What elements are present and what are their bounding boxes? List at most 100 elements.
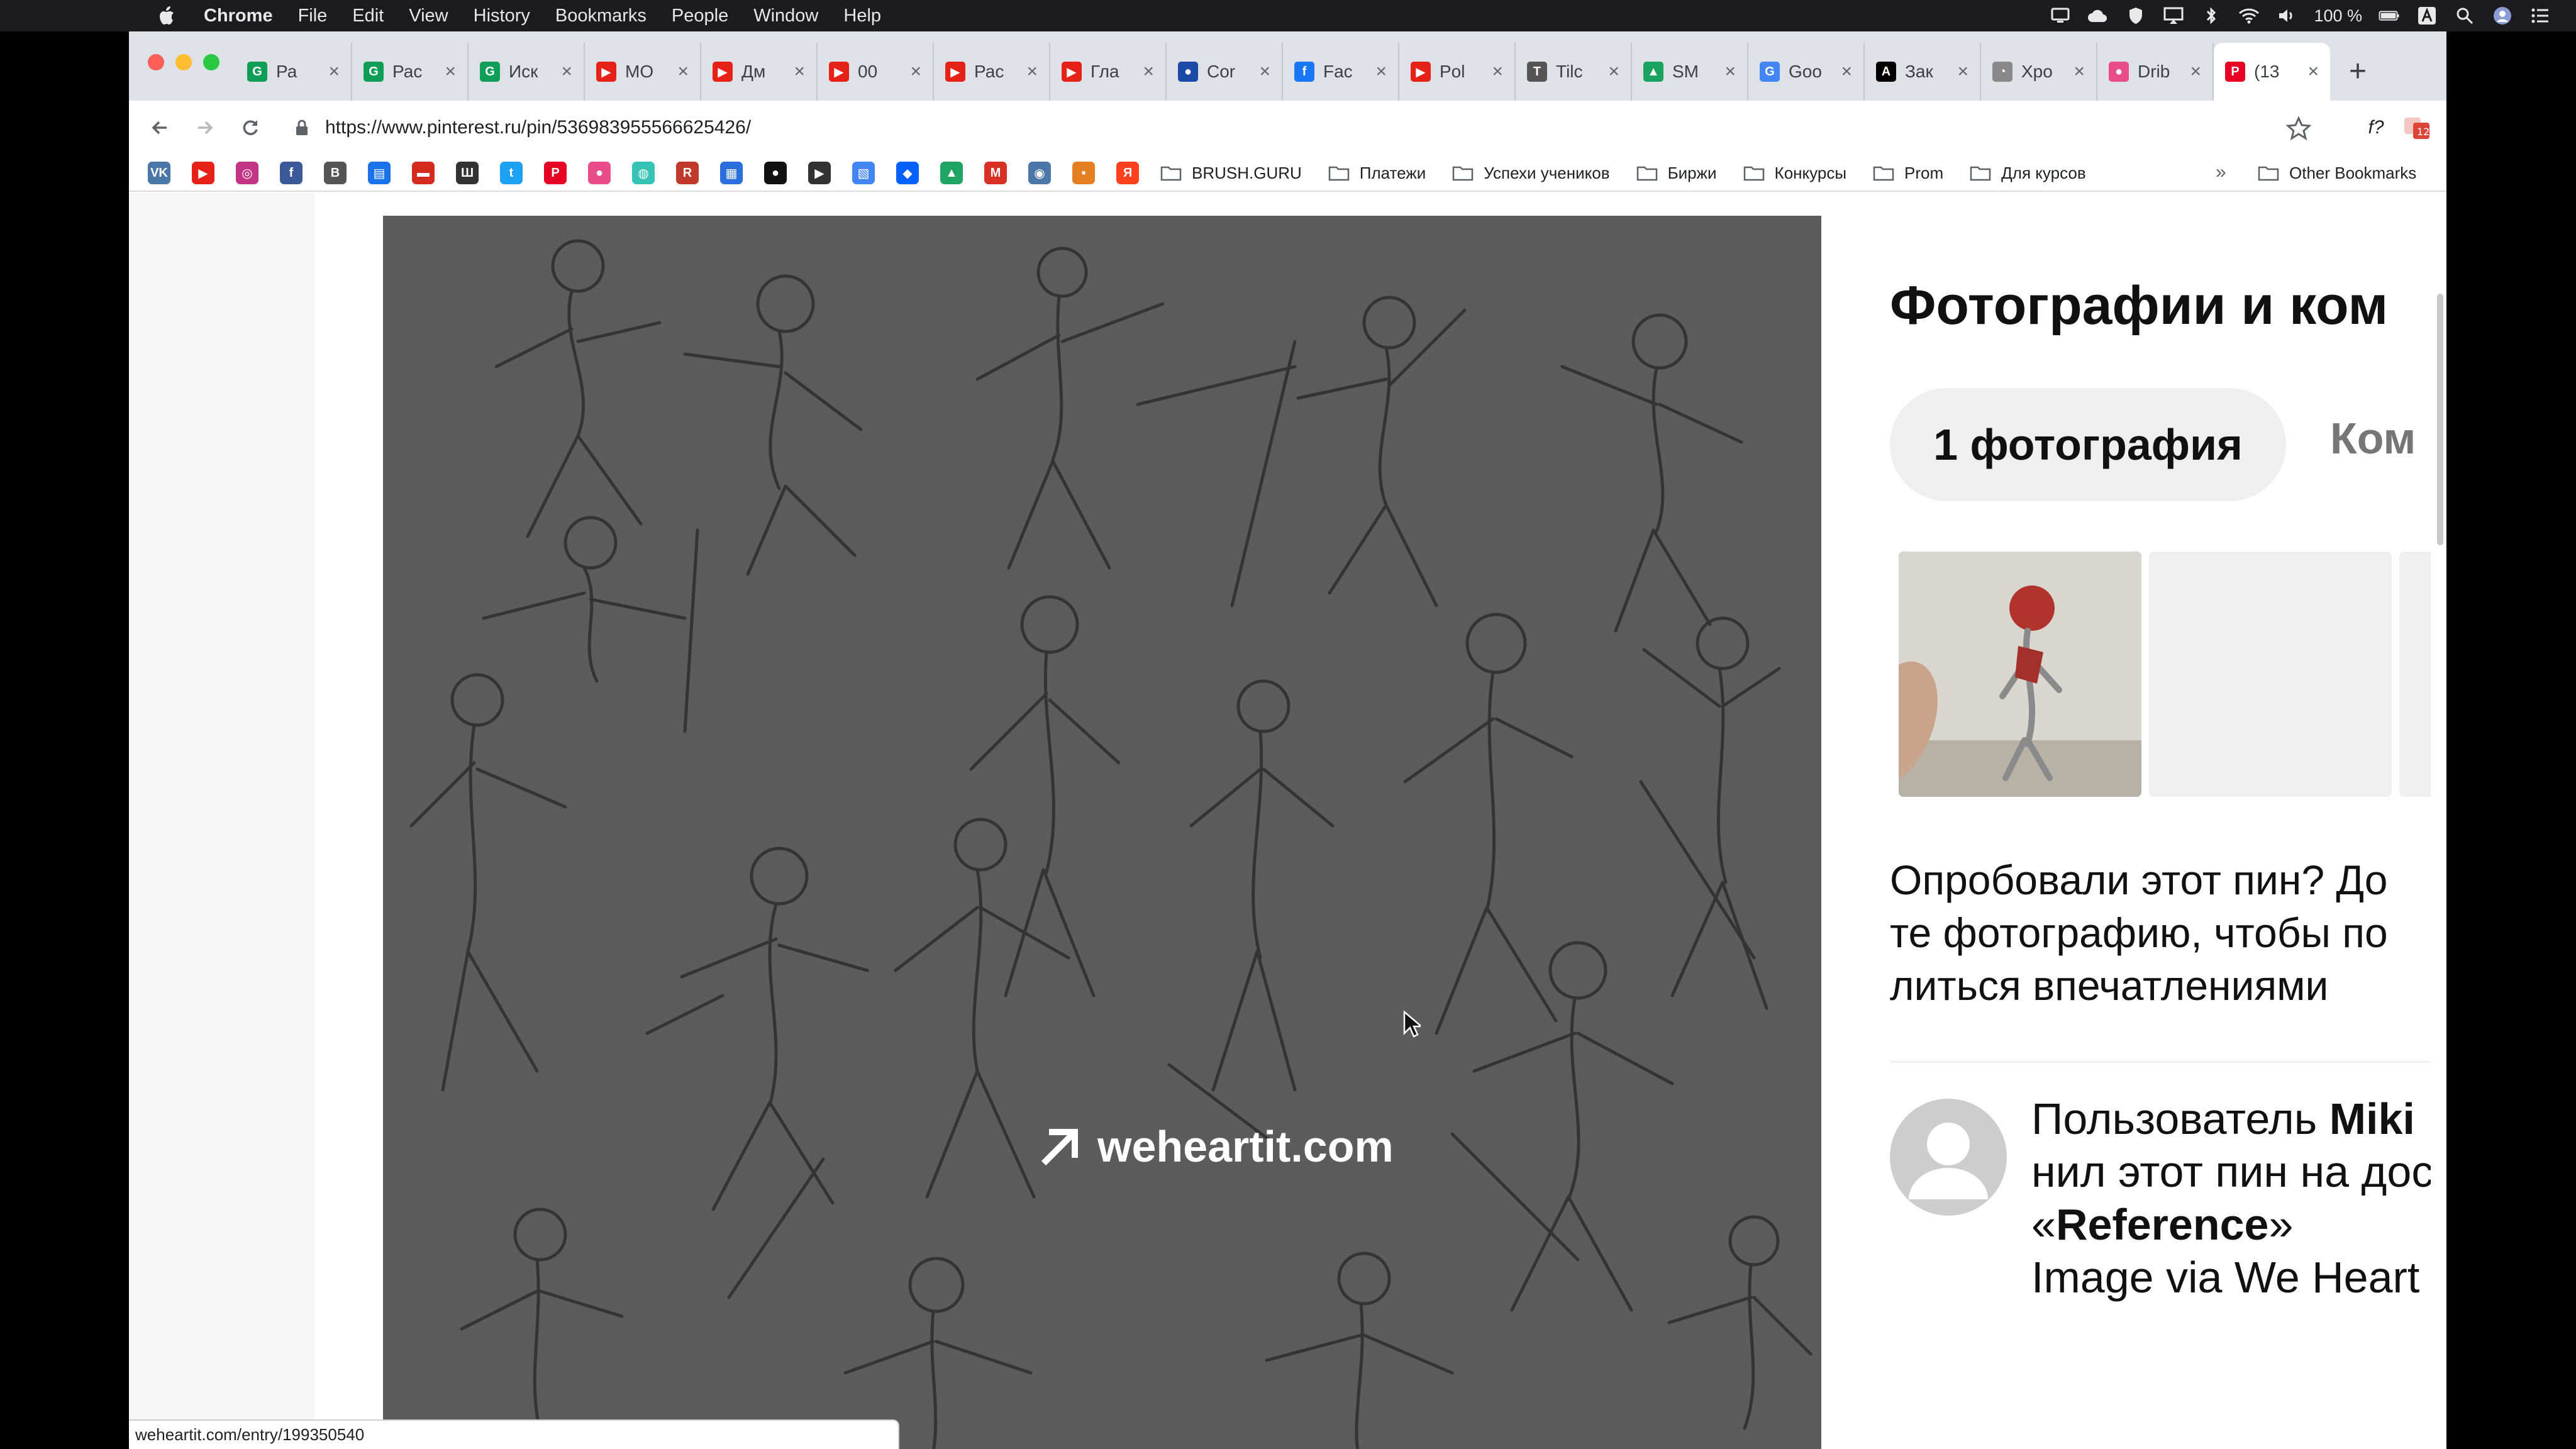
translate-extension-icon[interactable]: 12	[2402, 113, 2431, 142]
menu-view[interactable]: View	[409, 6, 448, 26]
bookmark-favicon-icon[interactable]: VK	[148, 162, 170, 184]
tab-close-icon[interactable]: ×	[1375, 61, 1387, 82]
bookmark-favicon-icon[interactable]: ◉	[1028, 162, 1051, 184]
menu-file[interactable]: File	[298, 6, 328, 26]
browser-tab[interactable]: ▶ МО ×	[585, 43, 701, 101]
browser-tab[interactable]: A Зак ×	[1865, 43, 1981, 101]
saved-by-username[interactable]: Miki	[2329, 1094, 2415, 1143]
tab-photos[interactable]: 1 фотография	[1890, 388, 2286, 501]
page-scrollbar[interactable]	[2437, 294, 2443, 545]
tab-close-icon[interactable]: ×	[1026, 61, 1038, 82]
tab-close-icon[interactable]: ×	[2307, 61, 2319, 82]
battery-icon[interactable]	[2379, 6, 2400, 25]
bookmark-favicon-icon[interactable]: ◆	[896, 162, 919, 184]
tab-close-icon[interactable]: ×	[445, 61, 456, 82]
other-bookmarks-folder[interactable]: Other Bookmarks	[2258, 154, 2416, 192]
close-window-button[interactable]	[148, 54, 164, 70]
tab-close-icon[interactable]: ×	[1608, 61, 1619, 82]
bookmark-favicon-icon[interactable]: ●	[764, 162, 787, 184]
menu-bookmarks[interactable]: Bookmarks	[555, 6, 647, 26]
bookmark-favicon-icon[interactable]: B	[324, 162, 347, 184]
browser-tab[interactable]: G Goo ×	[1748, 43, 1865, 101]
bookmark-favicon-icon[interactable]: M	[984, 162, 1007, 184]
bookmark-favicon-icon[interactable]: ▬	[412, 162, 435, 184]
bookmark-folder[interactable]: Prom	[1873, 164, 1943, 183]
browser-tab[interactable]: f Fac ×	[1283, 43, 1399, 101]
browser-tab[interactable]: ▶ Рас ×	[934, 43, 1050, 101]
address-bar[interactable]: https://www.pinterest.ru/pin/53698395556…	[280, 108, 2311, 147]
browser-tab[interactable]: G Иск ×	[469, 43, 585, 101]
volume-icon[interactable]	[2276, 6, 2297, 25]
screen-icon[interactable]	[2050, 6, 2071, 25]
browser-tab[interactable]: ▶ Pol ×	[1399, 43, 1516, 101]
bookmark-favicon-icon[interactable]: ▲	[940, 162, 963, 184]
bluetooth-icon[interactable]	[2201, 6, 2222, 25]
tab-close-icon[interactable]: ×	[1143, 61, 1154, 82]
user-avatar[interactable]	[1890, 1099, 2007, 1216]
bookmark-favicon-icon[interactable]: Ш	[456, 162, 479, 184]
bookmark-favicon-icon[interactable]: R	[676, 162, 699, 184]
bookmark-favicon-icon[interactable]: ●	[588, 162, 611, 184]
browser-tab[interactable]: ● Drib ×	[2097, 43, 2214, 101]
tried-it-photo-thumbnail[interactable]	[1899, 552, 2141, 797]
tab-close-icon[interactable]: ×	[1492, 61, 1503, 82]
tab-close-icon[interactable]: ×	[1957, 61, 1968, 82]
browser-tab[interactable]: ▲ SM ×	[1632, 43, 1748, 101]
bookmark-favicon-icon[interactable]: ▶	[192, 162, 214, 184]
tab-close-icon[interactable]: ×	[794, 61, 805, 82]
cloud-icon[interactable]	[2087, 6, 2109, 25]
bookmark-favicon-icon[interactable]: ▦	[720, 162, 743, 184]
tab-close-icon[interactable]: ×	[1259, 61, 1270, 82]
pin-image[interactable]: weheartit.com	[383, 216, 1821, 1449]
pin-source-link[interactable]: weheartit.com	[1038, 1121, 1394, 1172]
bookmarks-overflow-button[interactable]: »	[2216, 162, 2226, 183]
bookmark-favicon-icon[interactable]: P	[544, 162, 567, 184]
spotlight-search-icon[interactable]	[2454, 6, 2475, 25]
tab-close-icon[interactable]: ×	[561, 61, 572, 82]
wifi-icon[interactable]	[2238, 6, 2260, 25]
bookmark-favicon-icon[interactable]: t	[500, 162, 523, 184]
menu-app-chrome[interactable]: Chrome	[204, 6, 273, 26]
tab-close-icon[interactable]: ×	[2190, 61, 2201, 82]
browser-tab[interactable]: ◔ Хро ×	[1981, 43, 2097, 101]
menu-history[interactable]: History	[474, 6, 530, 26]
forward-button[interactable]	[191, 113, 219, 142]
menu-edit[interactable]: Edit	[352, 6, 384, 26]
minimize-window-button[interactable]	[175, 54, 192, 70]
bookmark-folder[interactable]: Успехи учеников	[1452, 164, 1610, 183]
bookmark-folder[interactable]: Для курсов	[1970, 164, 2086, 183]
bookmark-favicon-icon[interactable]: ▤	[368, 162, 391, 184]
user-avatar-icon[interactable]	[2492, 6, 2513, 25]
input-source-icon[interactable]	[2416, 6, 2438, 25]
bookmark-favicon-icon[interactable]: Я	[1116, 162, 1139, 184]
menu-people[interactable]: People	[672, 6, 728, 26]
url-text[interactable]: https://www.pinterest.ru/pin/53698395556…	[325, 117, 751, 138]
bookmark-folder[interactable]: BRUSH.GURU	[1160, 164, 1302, 183]
tab-comments[interactable]: Ком	[2330, 413, 2416, 464]
tab-close-icon[interactable]: ×	[2074, 61, 2085, 82]
tab-close-icon[interactable]: ×	[328, 61, 340, 82]
browser-tab[interactable]: ▶ Гла ×	[1050, 43, 1167, 101]
airplay-icon[interactable]	[2163, 6, 2184, 25]
reload-button[interactable]	[236, 113, 265, 142]
browser-tab[interactable]: ▶ 00 ×	[818, 43, 934, 101]
formula-extension-icon[interactable]: f?	[2362, 113, 2390, 142]
notification-center-icon[interactable]	[2529, 6, 2551, 25]
zoom-window-button[interactable]	[203, 54, 219, 70]
board-name-link[interactable]: Reference	[2056, 1200, 2269, 1249]
bookmark-favicon-icon[interactable]: ◍	[632, 162, 655, 184]
bookmark-folder[interactable]: Конкурсы	[1743, 164, 1846, 183]
browser-tab[interactable]: G Рас ×	[352, 43, 469, 101]
back-button[interactable]	[145, 113, 174, 142]
bookmark-favicon-icon[interactable]: f	[280, 162, 303, 184]
bookmark-favicon-icon[interactable]: ▪	[1072, 162, 1095, 184]
apple-menu-icon[interactable]	[155, 3, 180, 28]
bookmark-favicon-icon[interactable]: ▶	[808, 162, 831, 184]
browser-tab[interactable]: P (13 ×	[2214, 43, 2330, 101]
lock-icon[interactable]	[292, 118, 311, 137]
shield-icon[interactable]	[2125, 6, 2146, 25]
tab-close-icon[interactable]: ×	[677, 61, 689, 82]
menu-window[interactable]: Window	[753, 6, 818, 26]
browser-tab[interactable]: ▶ Дм ×	[701, 43, 818, 101]
bookmark-favicon-icon[interactable]: ◎	[236, 162, 258, 184]
